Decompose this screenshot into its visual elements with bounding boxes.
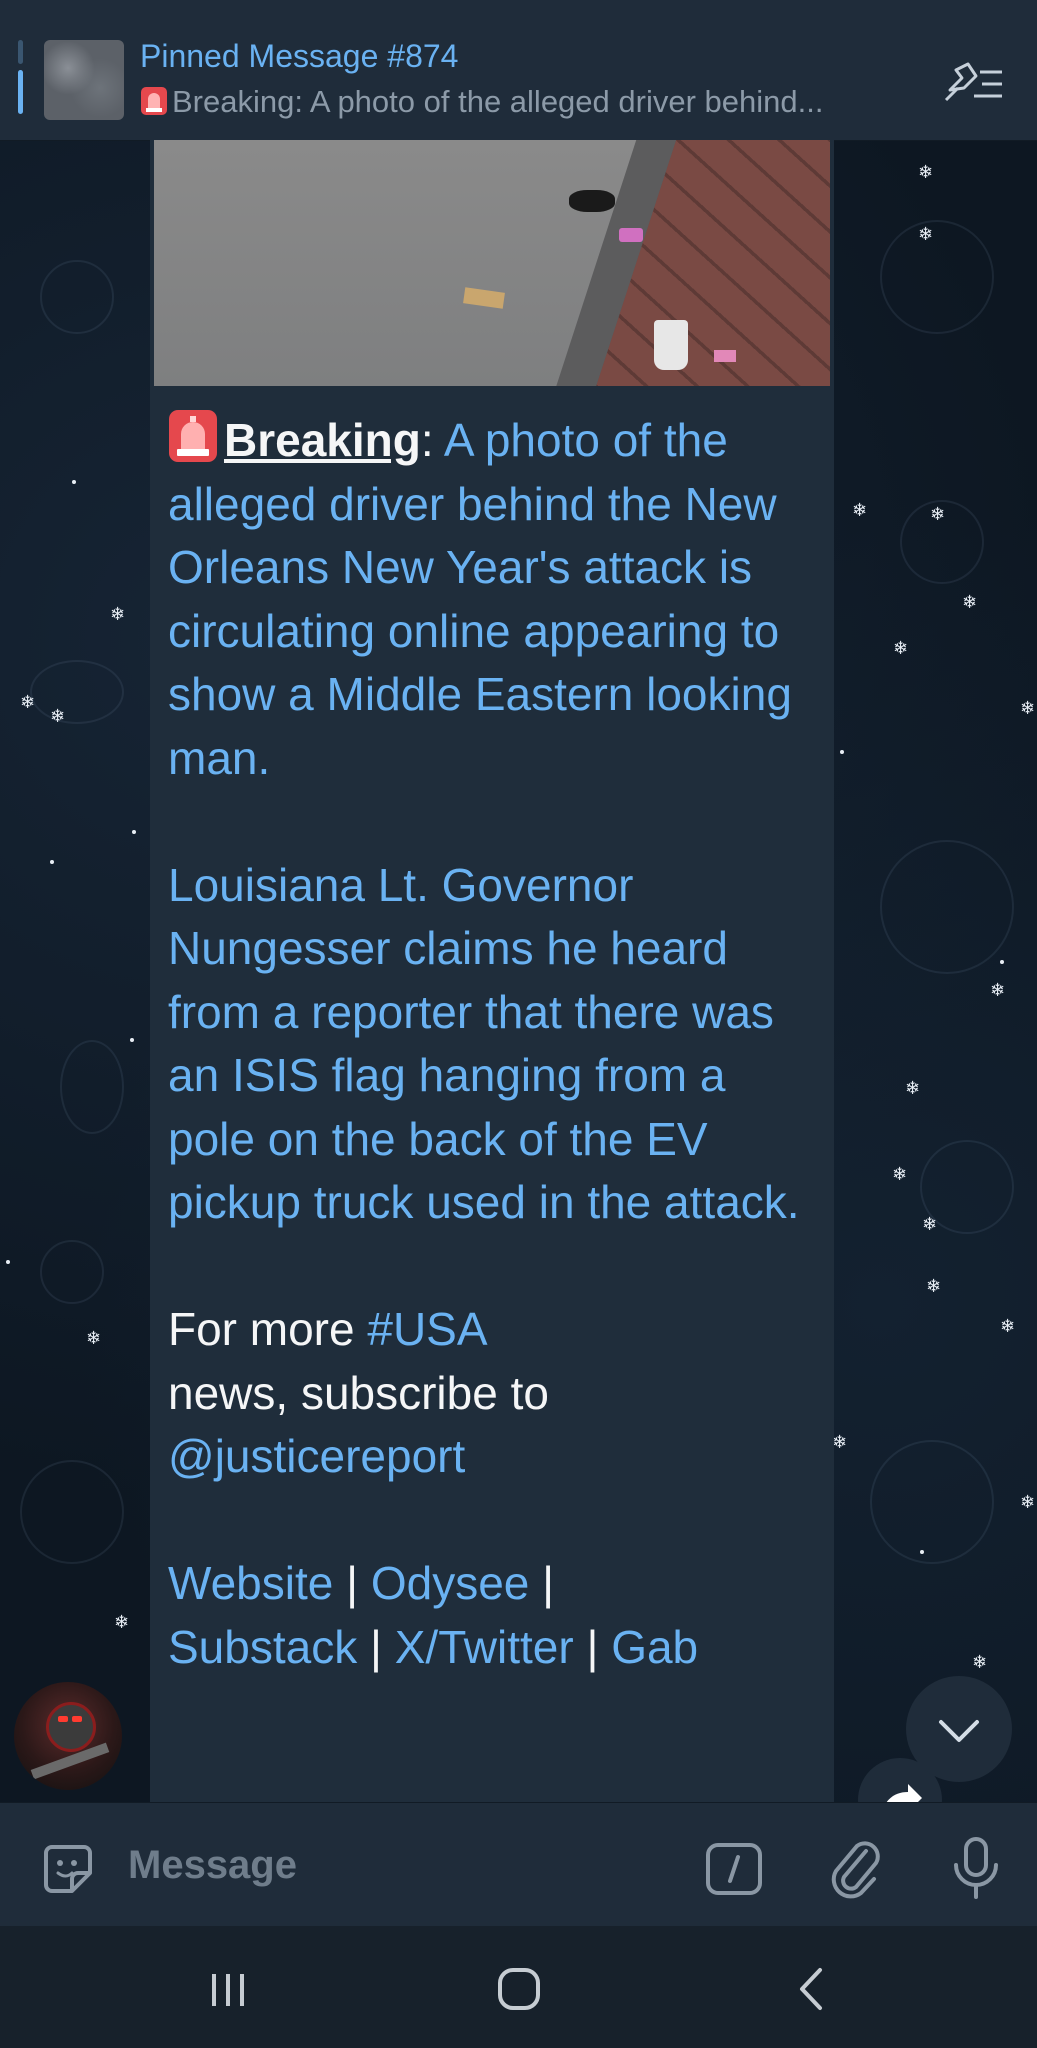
sticker-icon[interactable] — [38, 1839, 98, 1899]
attach-icon[interactable] — [826, 1837, 886, 1901]
gab-link[interactable]: Gab — [611, 1621, 698, 1673]
message-bubble[interactable]: Breaking: A photo of the alleged driver … — [150, 140, 834, 1802]
message-photo[interactable] — [154, 140, 830, 386]
back-icon[interactable] — [796, 1966, 826, 2012]
pinned-message-bar[interactable]: Pinned Message #874 Breaking: A photo of… — [0, 0, 1037, 141]
siren-icon — [141, 87, 167, 115]
message-input-bar: Message — [0, 1802, 1037, 1927]
pinned-preview: Breaking: A photo of the alleged driver … — [140, 84, 920, 120]
paragraph-2: Louisiana Lt. Governor Nungesser claims … — [168, 858, 800, 1229]
substack-link[interactable]: Substack — [168, 1621, 357, 1673]
message-text: Breaking: A photo of the alleged driver … — [168, 408, 818, 1679]
pinned-preview-text: Breaking: A photo of the alleged driver … — [172, 84, 824, 119]
links-line: Website | Odysee | Substack | X/Twitter … — [168, 1557, 699, 1673]
hashtag-link[interactable]: #USA — [367, 1303, 487, 1355]
website-link[interactable]: Website — [168, 1557, 333, 1609]
system-navigation-bar — [0, 1926, 1037, 2048]
recent-apps-icon[interactable] — [206, 1970, 250, 2010]
bot-command-icon[interactable] — [704, 1839, 764, 1899]
scroll-down-button[interactable] — [906, 1676, 1012, 1782]
pinned-thumbnail — [44, 40, 124, 120]
siren-icon — [169, 410, 217, 462]
x-twitter-link[interactable]: X/Twitter — [395, 1621, 574, 1673]
paragraph-1: A photo of the alleged driver behind the… — [168, 414, 792, 784]
pinned-indicator — [18, 40, 24, 120]
breaking-label: Breaking — [224, 414, 421, 466]
pinned-title: Pinned Message #874 — [140, 38, 459, 74]
odysee-link[interactable]: Odysee — [371, 1557, 530, 1609]
home-icon[interactable] — [496, 1966, 542, 2012]
chevron-down-icon — [939, 1720, 979, 1742]
avatar[interactable] — [14, 1682, 122, 1790]
handle-link[interactable]: @justicereport — [168, 1430, 465, 1482]
message-input[interactable]: Message — [128, 1843, 297, 1888]
promo-line: For more #USA news, subscribe to @justic… — [168, 1303, 549, 1482]
microphone-icon[interactable] — [948, 1835, 1004, 1901]
pin-list-icon[interactable] — [942, 60, 1006, 104]
